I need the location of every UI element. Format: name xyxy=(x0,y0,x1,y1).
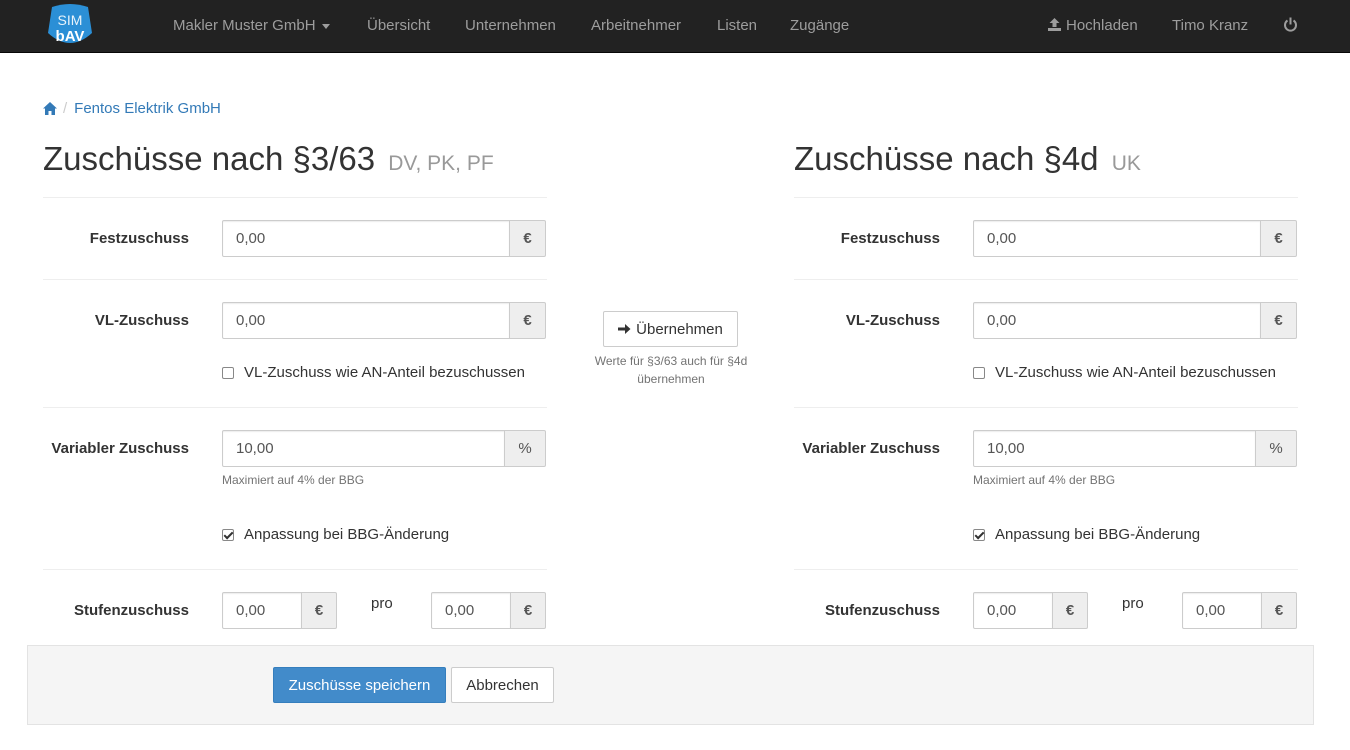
right-vl-label: VL-Zuschuss xyxy=(845,312,940,329)
right-vl-group: € xyxy=(973,302,1297,339)
company-dropdown[interactable]: Makler Muster GmbH xyxy=(173,0,330,52)
euro-addon: € xyxy=(1261,302,1297,339)
right-var-help: Maximiert auf 4% der BBG xyxy=(973,473,1116,487)
right-var-group: % xyxy=(973,430,1297,467)
svg-text:bAV: bAV xyxy=(56,28,85,45)
nav-listen[interactable]: Listen xyxy=(717,0,757,52)
euro-addon: € xyxy=(1261,220,1297,257)
divider xyxy=(794,407,1298,408)
right-subtitle: UK xyxy=(1111,152,1141,175)
nav-user[interactable]: Timo Kranz xyxy=(1172,0,1248,52)
left-var-input[interactable] xyxy=(222,430,505,467)
nav-unternehmen[interactable]: Unternehmen xyxy=(465,0,556,52)
breadcrumb-separator: / xyxy=(63,99,68,117)
left-bbg-checkbox-label: Anpassung bei BBG-Änderung xyxy=(244,526,450,543)
euro-addon: € xyxy=(511,592,546,629)
left-fest-input[interactable] xyxy=(222,220,510,257)
right-stufen-label: Stufenzuschuss xyxy=(824,602,940,619)
left-stufen-group-1: € xyxy=(222,592,337,629)
checkbox-box[interactable] xyxy=(973,366,985,379)
right-stufen-group-1: € xyxy=(973,592,1088,629)
power-icon xyxy=(1284,17,1297,32)
left-stufen-input-2[interactable] xyxy=(431,592,511,629)
left-vl-checkbox[interactable]: VL-Zuschuss wie AN-Anteil bezuschussen xyxy=(222,364,525,381)
nav-arbeitnehmer[interactable]: Arbeitnehmer xyxy=(591,0,681,52)
right-vl-checkbox-label: VL-Zuschuss wie AN-Anteil bezuschussen xyxy=(995,364,1276,381)
left-bbg-checkbox[interactable]: Anpassung bei BBG-Änderung xyxy=(222,526,449,543)
euro-addon: € xyxy=(510,220,546,257)
top-navbar: SIM bAV Makler Muster GmbH Übersicht Unt… xyxy=(0,0,1350,53)
right-section-title: Zuschüsse nach §4d UK xyxy=(794,140,1141,183)
divider xyxy=(794,279,1298,280)
simbav-logo[interactable]: SIM bAV xyxy=(46,3,94,49)
divider xyxy=(794,197,1298,198)
caret-down-icon xyxy=(321,23,330,29)
left-var-group: % xyxy=(222,430,546,467)
right-var-input[interactable] xyxy=(973,430,1256,467)
euro-addon: € xyxy=(510,302,546,339)
logout-button[interactable] xyxy=(1283,0,1298,52)
svg-text:SIM: SIM xyxy=(58,12,83,28)
right-fest-group: € xyxy=(973,220,1297,257)
percent-addon: % xyxy=(505,430,546,467)
left-vl-input[interactable] xyxy=(222,302,510,339)
breadcrumb-company-link[interactable]: Fentos Elektrik GmbH xyxy=(74,100,221,117)
left-vl-group: € xyxy=(222,302,546,339)
upload-label: Hochladen xyxy=(1066,17,1138,34)
nav-upload[interactable]: Hochladen xyxy=(1047,0,1138,52)
left-fest-group: € xyxy=(222,220,546,257)
home-icon[interactable] xyxy=(43,101,57,115)
left-section-title: Zuschüsse nach §3/63 DV, PK, PF xyxy=(43,140,494,183)
divider xyxy=(43,279,547,280)
save-button[interactable]: Zuschüsse speichern xyxy=(273,667,446,703)
right-bbg-checkbox-label: Anpassung bei BBG-Änderung xyxy=(995,526,1201,543)
arrow-right-icon xyxy=(618,324,631,334)
checkbox-box[interactable] xyxy=(973,528,985,541)
divider xyxy=(794,569,1298,570)
left-stufen-pro: pro xyxy=(371,595,393,612)
nav-zugaenge[interactable]: Zugänge xyxy=(790,0,849,52)
form-actions xyxy=(27,645,1314,725)
cancel-button[interactable]: Abbrechen xyxy=(451,667,554,703)
euro-addon: € xyxy=(302,592,337,629)
right-fest-input[interactable] xyxy=(973,220,1261,257)
breadcrumb: / Fentos Elektrik GmbH xyxy=(43,98,221,118)
left-title-text: Zuschüsse nach §3/63 xyxy=(43,140,376,177)
euro-addon: € xyxy=(1262,592,1297,629)
left-vl-checkbox-label: VL-Zuschuss wie AN-Anteil bezuschussen xyxy=(244,364,525,381)
uebernehmen-help: Werte für §3/63 auch für §4d übernehmen xyxy=(594,354,748,386)
right-stufen-input-1[interactable] xyxy=(973,592,1053,629)
right-var-label: Variabler Zuschuss xyxy=(802,440,940,457)
percent-addon: % xyxy=(1256,430,1297,467)
right-vl-checkbox[interactable]: VL-Zuschuss wie AN-Anteil bezuschussen xyxy=(973,364,1276,381)
upload-icon xyxy=(1048,18,1061,31)
left-subtitle: DV, PK, PF xyxy=(388,152,494,175)
left-vl-label: VL-Zuschuss xyxy=(94,312,189,329)
uebernehmen-label: Übernehmen xyxy=(636,320,723,338)
left-stufen-label: Stufenzuschuss xyxy=(73,602,189,619)
uebernehmen-button[interactable]: Übernehmen xyxy=(603,311,738,347)
checkbox-box[interactable] xyxy=(222,528,234,541)
divider xyxy=(43,569,547,570)
left-fest-label: Festzuschuss xyxy=(89,230,189,247)
divider xyxy=(43,407,547,408)
right-stufen-input-2[interactable] xyxy=(1182,592,1262,629)
right-stufen-group-2: € xyxy=(1182,592,1297,629)
left-stufen-input-1[interactable] xyxy=(222,592,302,629)
left-var-label: Variabler Zuschuss xyxy=(51,440,189,457)
right-stufen-pro: pro xyxy=(1122,595,1144,612)
euro-addon: € xyxy=(1053,592,1088,629)
company-dropdown-label: Makler Muster GmbH xyxy=(173,17,316,34)
right-bbg-checkbox[interactable]: Anpassung bei BBG-Änderung xyxy=(973,526,1200,543)
right-vl-input[interactable] xyxy=(973,302,1261,339)
right-fest-label: Festzuschuss xyxy=(840,230,940,247)
checkbox-box[interactable] xyxy=(222,366,234,379)
left-stufen-group-2: € xyxy=(431,592,546,629)
left-var-help: Maximiert auf 4% der BBG xyxy=(222,473,365,487)
nav-uebersicht[interactable]: Übersicht xyxy=(367,0,430,52)
right-title-text: Zuschüsse nach §4d xyxy=(794,140,1099,177)
divider xyxy=(43,197,547,198)
